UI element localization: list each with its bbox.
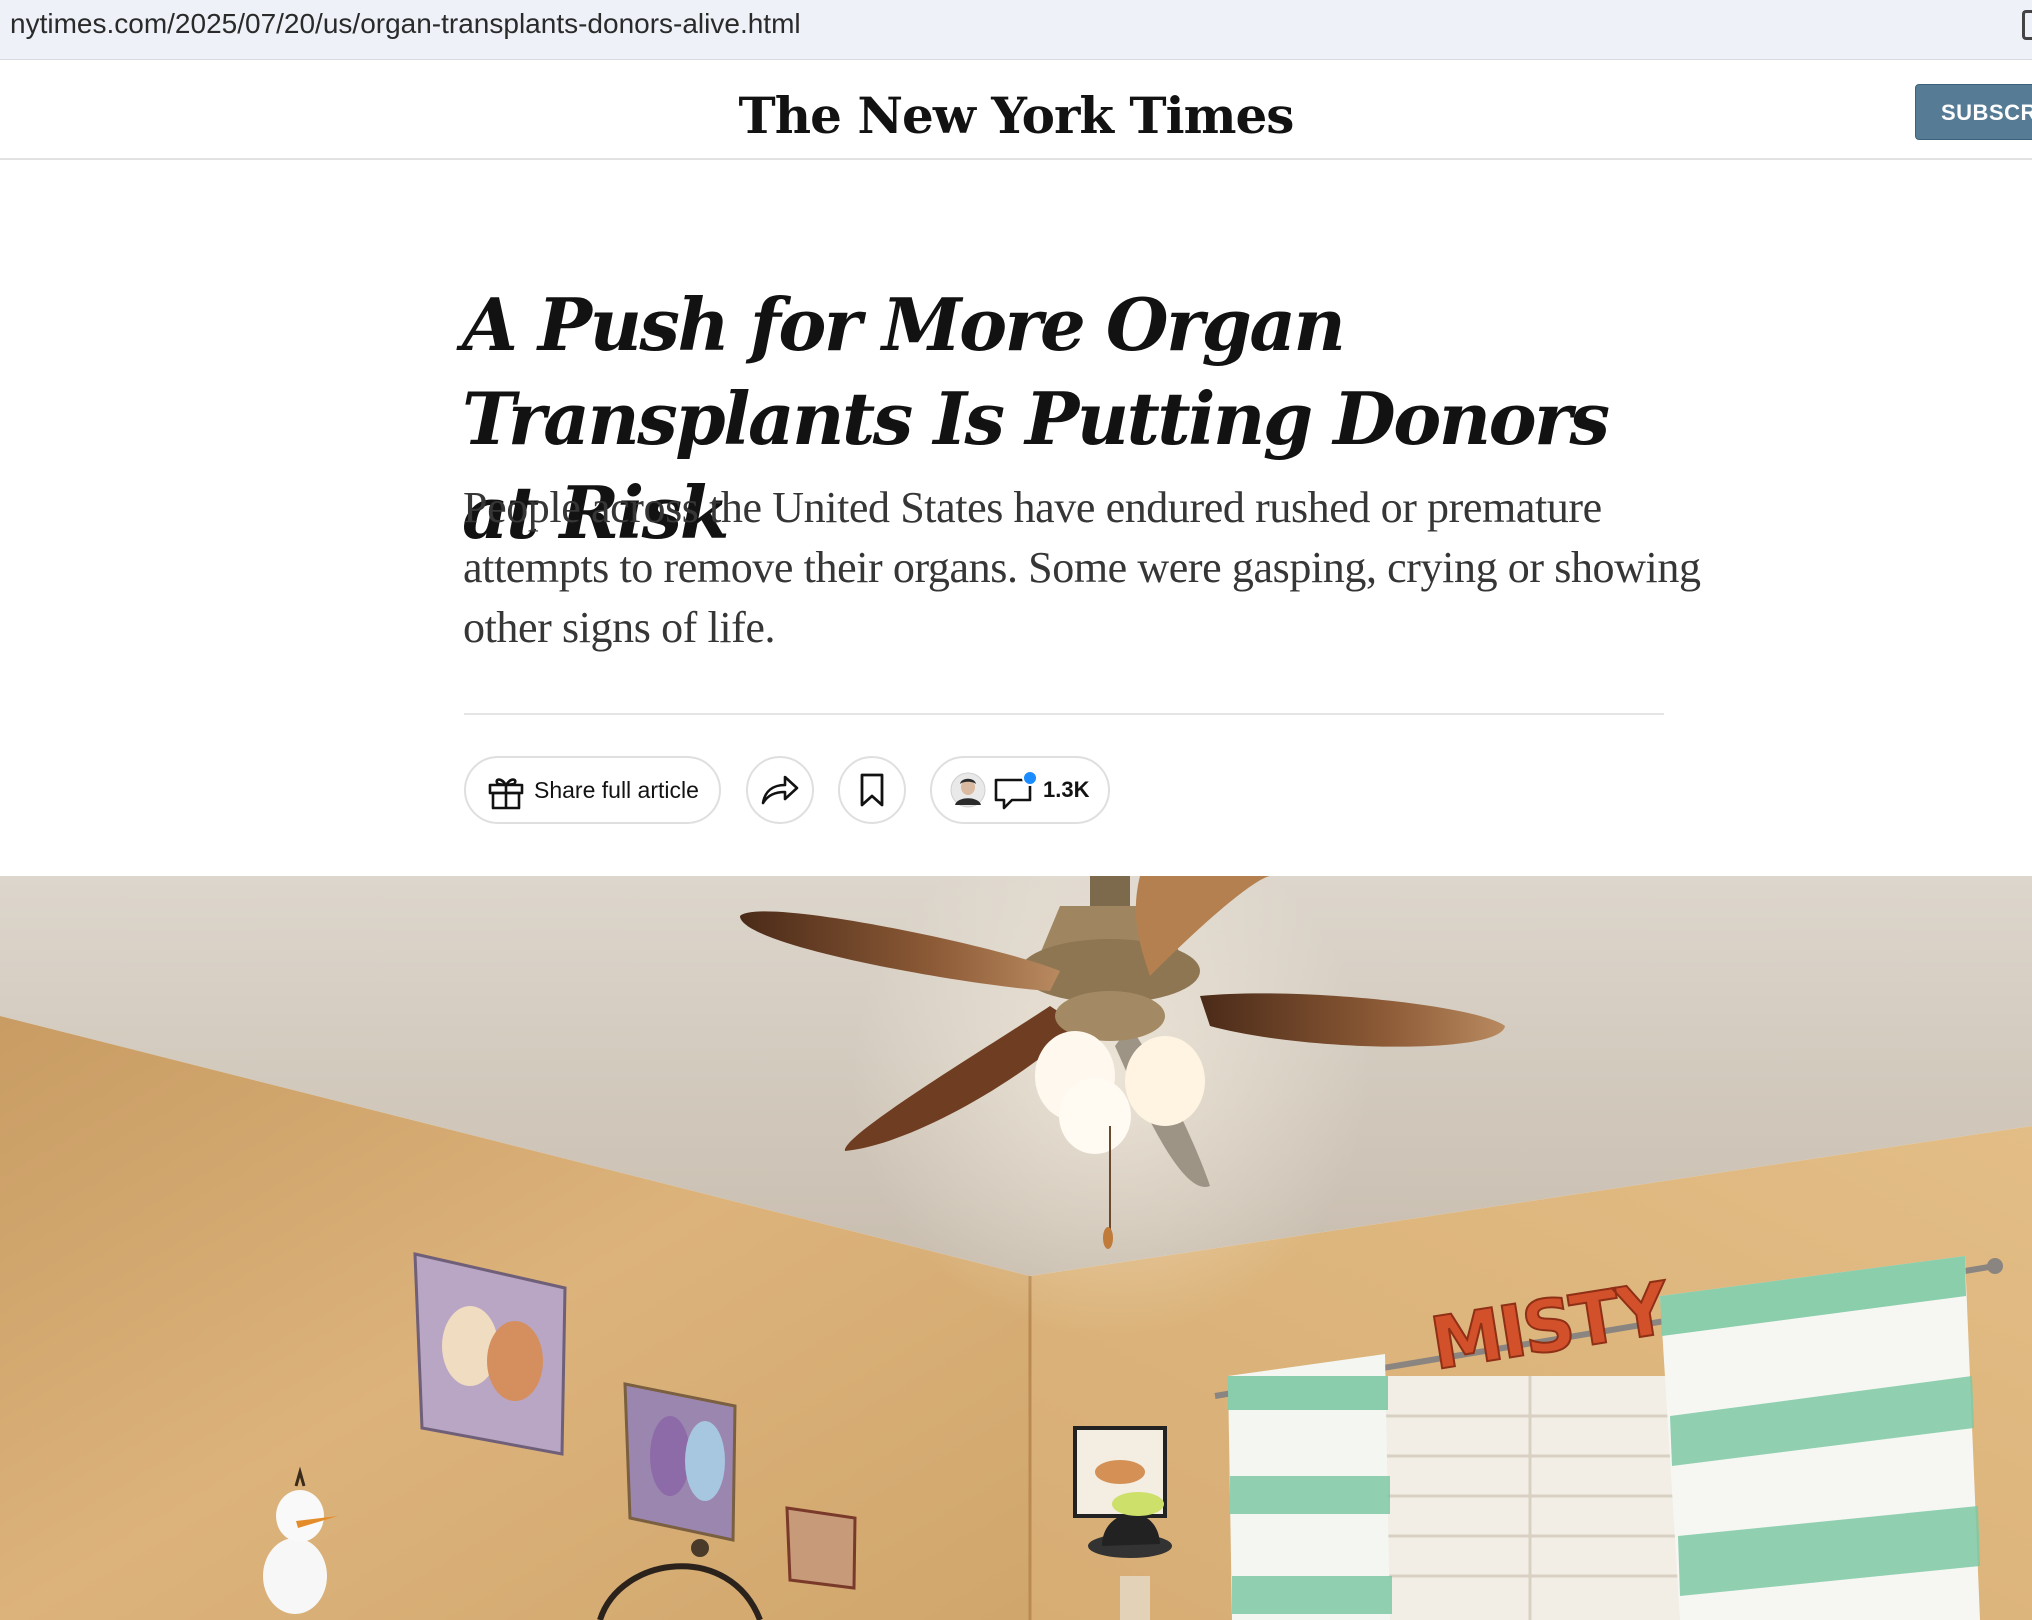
- gift-icon: [486, 772, 526, 817]
- url-text[interactable]: nytimes.com/2025/07/20/us/organ-transpla…: [10, 8, 801, 40]
- browser-address-bar[interactable]: nytimes.com/2025/07/20/us/organ-transpla…: [0, 0, 2032, 60]
- comment-bubble-icon: [992, 770, 1040, 817]
- bookmark-icon: [860, 773, 884, 807]
- comment-count: 1.3K: [1043, 777, 1090, 802]
- lead-photo: MISTY: [0, 876, 2032, 1620]
- sidebar-toggle-icon[interactable]: [2022, 10, 2032, 40]
- share-full-article-button[interactable]: Share full article: [464, 756, 721, 824]
- save-button[interactable]: [838, 756, 906, 824]
- article-summary: People across the United States have end…: [463, 483, 1701, 652]
- curtain-left: [1228, 1354, 1392, 1620]
- share-button[interactable]: [746, 756, 814, 824]
- avatar: [950, 772, 986, 808]
- curtain-right: [1660, 1256, 1980, 1620]
- subscribe-button[interactable]: SUBSCR: [1915, 84, 2032, 140]
- share-full-article-label: Share full article: [534, 777, 699, 803]
- comments-button[interactable]: 1.3K: [930, 756, 1110, 824]
- header-divider: [464, 713, 1664, 715]
- share-arrow-icon: [761, 775, 799, 805]
- nyt-logo[interactable]: The New York Times: [0, 86, 2032, 145]
- masthead: The New York Times SUBSCR: [0, 72, 2032, 160]
